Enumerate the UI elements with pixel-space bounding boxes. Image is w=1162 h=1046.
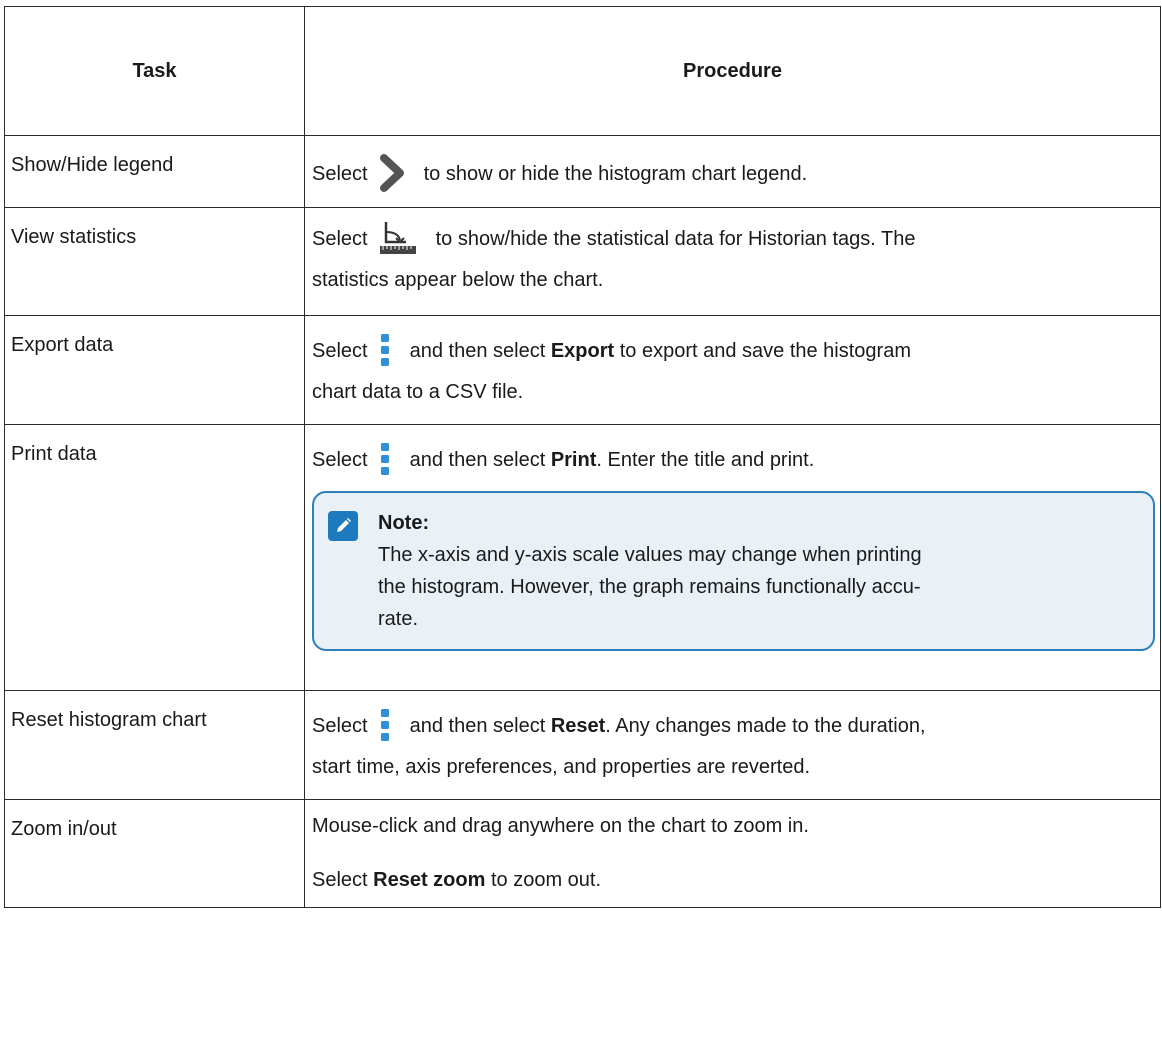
print-label: Print bbox=[550, 449, 597, 471]
note-line-3: rate. bbox=[378, 608, 419, 630]
procedure-pre: and then select bbox=[409, 449, 546, 471]
procedure-post: . Any changes made to the duration, bbox=[605, 715, 926, 737]
procedure-post: . Enter the title and print. bbox=[596, 449, 815, 471]
table-row: Print data Select and then select Print.… bbox=[4, 424, 1161, 691]
procedure-text-2: statistics appear below the chart. bbox=[312, 269, 604, 291]
note-line-2: the histogram. However, the graph remain… bbox=[378, 576, 921, 598]
task-cell: Show/Hide legend bbox=[4, 135, 305, 208]
procedure-pre: Select bbox=[312, 869, 368, 891]
procedure-text-2: chart data to a CSV file. bbox=[312, 381, 524, 403]
select-text: Select bbox=[312, 449, 368, 471]
note-callout: Note: The x-axis and y-axis scale values… bbox=[312, 491, 1155, 651]
select-text: Select bbox=[312, 163, 368, 185]
task-cell: Reset histogram chart bbox=[4, 690, 305, 800]
procedure-text-2: start time, axis preferences, and proper… bbox=[312, 756, 811, 778]
table-row: View statistics Select to show/hide the … bbox=[4, 207, 1161, 316]
table-row: Zoom in/out Mouse-click and drag anywher… bbox=[4, 799, 1161, 908]
table-row: Show/Hide legend Select to show or hide … bbox=[4, 135, 1161, 208]
reset-zoom-label: Reset zoom bbox=[373, 869, 486, 891]
procedure-text-1: Mouse-click and drag anywhere on the cha… bbox=[312, 815, 809, 837]
statistics-ruler-icon[interactable] bbox=[378, 220, 418, 258]
task-cell: Print data bbox=[4, 424, 305, 691]
export-label: Export bbox=[550, 340, 615, 362]
procedure-pre: and then select bbox=[409, 340, 546, 362]
select-text: Select bbox=[312, 340, 368, 362]
task-cell: View statistics bbox=[4, 207, 305, 316]
pencil-note-icon bbox=[328, 511, 358, 541]
select-text: Select bbox=[312, 228, 368, 250]
select-text: Select bbox=[312, 715, 368, 737]
more-vertical-icon[interactable] bbox=[378, 707, 392, 745]
header-task: Task bbox=[4, 6, 305, 136]
procedure-cell: Select and then select Export to export … bbox=[304, 315, 1161, 425]
header-procedure: Procedure bbox=[304, 6, 1161, 136]
table-row: Export data Select and then select Expor… bbox=[4, 315, 1161, 425]
note-title: Note: bbox=[378, 512, 430, 534]
task-cell: Zoom in/out bbox=[4, 799, 305, 908]
procedure-cell: Select to show/hide the statistical data… bbox=[304, 207, 1161, 316]
table-header-row: Task Procedure bbox=[4, 6, 1161, 136]
chevron-right-icon[interactable] bbox=[378, 154, 406, 194]
note-line-1: The x-axis and y-axis scale values may c… bbox=[378, 544, 922, 566]
task-procedure-table: Task Procedure Show/Hide legend Select t… bbox=[4, 6, 1161, 908]
procedure-cell: Select and then select Reset. Any change… bbox=[304, 690, 1161, 800]
procedure-cell: Mouse-click and drag anywhere on the cha… bbox=[304, 799, 1161, 908]
more-vertical-icon[interactable] bbox=[378, 441, 392, 479]
procedure-pre: and then select bbox=[409, 715, 546, 737]
more-vertical-icon[interactable] bbox=[378, 332, 392, 370]
procedure-text-1: to show/hide the statistical data for Hi… bbox=[435, 228, 916, 250]
procedure-cell: Select and then select Print. Enter the … bbox=[304, 424, 1161, 691]
procedure-cell: Select to show or hide the histogram cha… bbox=[304, 135, 1161, 208]
table-row: Reset histogram chart Select and then se… bbox=[4, 690, 1161, 800]
procedure-post: to zoom out. bbox=[490, 869, 602, 891]
procedure-post: to export and save the histogram bbox=[619, 340, 911, 362]
task-cell: Export data bbox=[4, 315, 305, 425]
reset-label: Reset bbox=[550, 715, 606, 737]
procedure-text: to show or hide the histogram chart lege… bbox=[423, 163, 808, 185]
